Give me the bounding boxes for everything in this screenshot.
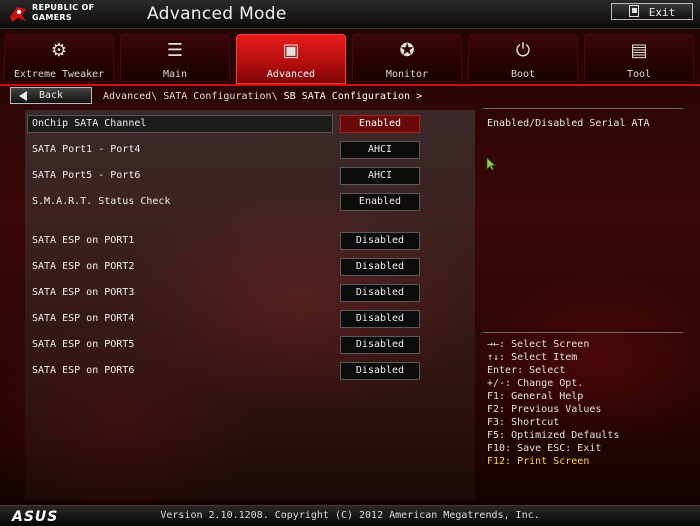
key-help-item: F1: General Help: [487, 391, 584, 402]
setting-value[interactable]: Enabled: [340, 193, 420, 211]
exit-icon: [628, 5, 639, 17]
brand-line2: GAMERS: [32, 13, 72, 22]
list-icon: ☰: [166, 40, 184, 61]
exit-button[interactable]: Exit: [611, 3, 693, 20]
setting-value[interactable]: Disabled: [340, 336, 420, 354]
tab-boot[interactable]: ⏻ Boot: [468, 34, 578, 82]
key-help-item: F10: Save ESC: Exit: [487, 443, 602, 454]
tab-label: Monitor: [385, 69, 429, 80]
setting-label: OnChip SATA Channel: [32, 118, 147, 129]
key-help-item: F2: Previous Values: [487, 404, 602, 415]
footer-bar: ASUS Version 2.10.1208. Copyright (C) 20…: [0, 505, 700, 526]
brand-text: REPUBLIC OF GAMERS: [32, 3, 94, 23]
tab-label: Advanced: [266, 69, 316, 80]
setting-row-sata-esp-port1[interactable]: SATA ESP on PORT1 Disabled: [25, 232, 475, 250]
setting-value[interactable]: AHCI: [340, 141, 420, 159]
header-bar: REPUBLIC OF GAMERS Advanced Mode Exit: [0, 0, 700, 29]
advanced-icon: ▣: [282, 40, 300, 61]
tab-label: Extreme Tweaker: [13, 69, 105, 80]
tool-icon: ▤: [630, 40, 648, 61]
setting-row-sata-esp-port2[interactable]: SATA ESP on PORT2 Disabled: [25, 258, 475, 276]
setting-label: SATA Port1 - Port4: [32, 144, 141, 155]
tab-label: Tool: [626, 69, 652, 80]
tab-label: Boot: [510, 69, 536, 80]
monitor-icon: ✪: [399, 40, 415, 61]
back-label: Back: [39, 90, 64, 101]
setting-value[interactable]: AHCI: [340, 167, 420, 185]
key-help-item: +/-: Change Opt.: [487, 378, 584, 389]
help-description: Enabled/Disabled Serial ATA: [487, 118, 650, 129]
tab-extreme-tweaker[interactable]: ⚙ Extreme Tweaker: [4, 34, 114, 82]
tab-monitor[interactable]: ✪ Monitor: [352, 34, 462, 82]
brand-line1: REPUBLIC OF: [32, 3, 95, 12]
setting-label: SATA ESP on PORT3: [32, 287, 135, 298]
setting-row-smart-status-check[interactable]: S.M.A.R.T. Status Check Enabled: [25, 193, 475, 211]
setting-row-sata-esp-port3[interactable]: SATA ESP on PORT3 Disabled: [25, 284, 475, 302]
tab-divider: [0, 84, 700, 86]
setting-label: SATA ESP on PORT6: [32, 365, 135, 376]
tab-advanced[interactable]: ▣ Advanced: [236, 34, 346, 84]
tab-bar: ⚙ Extreme Tweaker ☰ Main ▣ Advanced ✪ Mo…: [4, 34, 696, 84]
key-help-item: →←: Select Screen: [487, 339, 590, 350]
key-help-item: ↑↓: Select Item: [487, 352, 578, 363]
breadcrumb-path: Advanced\ SATA Configuration\: [103, 91, 284, 102]
help-divider-mid: [483, 332, 683, 333]
setting-label: SATA ESP on PORT4: [32, 313, 135, 324]
mode-title: Advanced Mode: [147, 4, 287, 24]
version-text: Version 2.10.1208. Copyright (C) 2012 Am…: [160, 510, 540, 521]
setting-value[interactable]: Enabled: [340, 115, 420, 133]
setting-row-sata-esp-port5[interactable]: SATA ESP on PORT5 Disabled: [25, 336, 475, 354]
key-help-item: Enter: Select: [487, 365, 566, 376]
setting-value[interactable]: Disabled: [340, 284, 420, 302]
setting-value[interactable]: Disabled: [340, 310, 420, 328]
setting-row-sata-port5-6[interactable]: SATA Port5 - Port6 AHCI: [25, 167, 475, 185]
key-help-item-print-screen: F12: Print Screen: [487, 456, 590, 467]
setting-label: SATA ESP on PORT1: [32, 235, 135, 246]
rog-logo-icon: [10, 7, 26, 22]
setting-label: SATA Port5 - Port6: [32, 170, 141, 181]
setting-label: SATA ESP on PORT5: [32, 339, 135, 350]
tab-label: Main: [162, 69, 188, 80]
breadcrumb: Advanced\ SATA Configuration\ SB SATA Co…: [103, 91, 422, 102]
setting-value[interactable]: Disabled: [340, 362, 420, 380]
breadcrumb-current: SB SATA Configuration >: [283, 91, 423, 102]
setting-value[interactable]: Disabled: [340, 258, 420, 276]
setting-row-onchip-sata-channel[interactable]: OnChip SATA Channel Enabled: [25, 115, 475, 133]
tab-tool[interactable]: ▤ Tool: [584, 34, 694, 82]
tab-main[interactable]: ☰ Main: [120, 34, 230, 82]
setting-row-sata-esp-port6[interactable]: SATA ESP on PORT6 Disabled: [25, 362, 475, 380]
back-arrow-icon: [19, 91, 27, 101]
exit-label: Exit: [648, 6, 676, 19]
tweaker-icon: ⚙: [50, 40, 68, 61]
mouse-cursor-icon: [486, 157, 496, 171]
key-help-list: →←: Select Screen ↑↓: Select Item Enter:…: [487, 338, 619, 468]
help-divider-top: [483, 108, 683, 109]
setting-value[interactable]: Disabled: [340, 232, 420, 250]
power-icon: ⏻: [515, 40, 531, 61]
back-button[interactable]: Back: [10, 87, 92, 104]
setting-label: S.M.A.R.T. Status Check: [32, 196, 171, 207]
key-help-item: F3: Shortcut: [487, 417, 560, 428]
setting-row-sata-port1-4[interactable]: SATA Port1 - Port4 AHCI: [25, 141, 475, 159]
setting-label: SATA ESP on PORT2: [32, 261, 135, 272]
setting-row-sata-esp-port4[interactable]: SATA ESP on PORT4 Disabled: [25, 310, 475, 328]
key-help-item: F5: Optimized Defaults: [487, 430, 620, 441]
